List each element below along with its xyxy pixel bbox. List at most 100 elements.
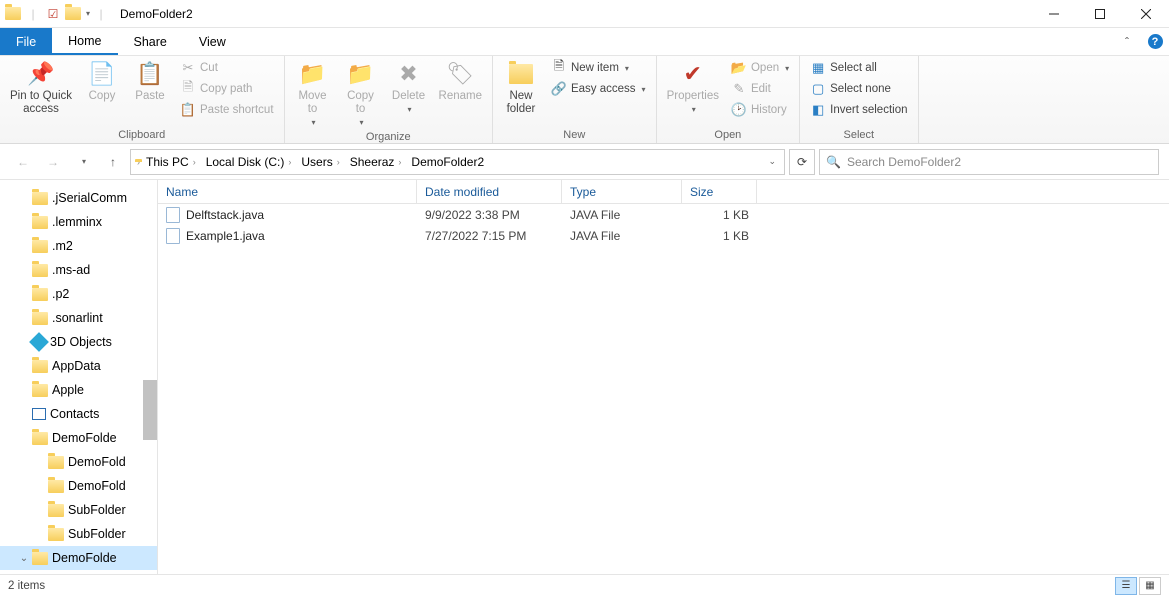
breadcrumb-item[interactable]: Local Disk (C:)› xyxy=(202,155,296,169)
address-bar[interactable]: › This PC› Local Disk (C:)› Users› Sheer… xyxy=(130,149,785,175)
tree-item[interactable]: SubFolder xyxy=(0,498,157,522)
refresh-button[interactable]: ⟳ xyxy=(789,149,815,175)
breadcrumb-item[interactable]: Users› xyxy=(297,155,343,169)
up-button[interactable]: ↑ xyxy=(100,149,126,175)
chevron-down-icon: ▾ xyxy=(625,64,629,73)
folder-icon xyxy=(48,528,64,541)
tree-item[interactable]: AppData xyxy=(0,354,157,378)
cut-icon: ✂ xyxy=(180,60,196,76)
chevron-down-icon[interactable]: ⌄ xyxy=(18,553,30,564)
cell-type: JAVA File xyxy=(562,208,682,222)
address-dropdown[interactable]: ⌄ xyxy=(764,156,780,167)
tab-view[interactable]: View xyxy=(183,28,242,55)
breadcrumb-item[interactable]: Sheeraz› xyxy=(346,155,406,169)
easy-access-button[interactable]: 🔗Easy access▾ xyxy=(547,79,650,99)
ribbon-group-organize: 📁Move to▾ 📁Copy to▾ ✖Delete▾ 🏷Rename Org… xyxy=(285,56,493,143)
tab-share[interactable]: Share xyxy=(118,28,183,55)
navigation-tree[interactable]: .jSerialComm .lemminx .m2.ms-ad.p2.sonarli… xyxy=(0,180,158,574)
breadcrumb-item[interactable]: DemoFolder2 xyxy=(407,155,488,169)
forward-button[interactable]: → xyxy=(40,149,66,175)
cut-button[interactable]: ✂Cut xyxy=(176,58,278,78)
chevron-right-icon: › xyxy=(337,157,340,167)
pin-to-quick-access-button[interactable]: 📌 Pin to Quick access xyxy=(6,58,76,118)
invert-selection-button[interactable]: ◧Invert selection xyxy=(806,100,911,120)
help-button[interactable]: ? xyxy=(1141,28,1169,55)
view-mode-buttons: ☰ ▦ xyxy=(1115,577,1161,595)
column-type[interactable]: Type xyxy=(562,180,682,203)
chevron-down-icon: ▾ xyxy=(312,118,316,127)
tree-item[interactable]: .ms-ad xyxy=(0,258,157,282)
maximize-button[interactable] xyxy=(1077,0,1123,28)
column-name[interactable]: Name xyxy=(158,180,417,203)
paste-button[interactable]: 📋 Paste xyxy=(128,58,172,105)
tree-item[interactable]: 3D Objects xyxy=(0,330,157,354)
tree-item[interactable]: SubFolder xyxy=(0,522,157,546)
properties-button[interactable]: ✔Properties▾ xyxy=(663,58,723,116)
file-icon xyxy=(166,207,180,223)
tree-item-label: DemoFold xyxy=(68,479,126,493)
tab-home[interactable]: Home xyxy=(52,28,117,55)
file-row[interactable]: Delftstack.java9/9/2022 3:38 PMJAVA File… xyxy=(158,204,1169,225)
search-input[interactable] xyxy=(847,155,1152,169)
tree-item[interactable]: DemoFold xyxy=(0,474,157,498)
column-size[interactable]: Size xyxy=(682,180,757,203)
copy-button[interactable]: 📄 Copy xyxy=(80,58,124,105)
tree-item-label: Contacts xyxy=(50,407,99,421)
paste-shortcut-button[interactable]: 📋Paste shortcut xyxy=(176,100,278,120)
tree-item[interactable]: .jSerialComm xyxy=(0,186,157,210)
collapse-ribbon-button[interactable]: ˆ xyxy=(1113,28,1141,55)
edit-button[interactable]: ✎Edit xyxy=(727,79,793,99)
list-header: Name Date modified Type Size xyxy=(158,180,1169,204)
tree-item[interactable]: .lemminx xyxy=(0,210,157,234)
history-button[interactable]: 🕑History xyxy=(727,100,793,120)
close-button[interactable] xyxy=(1123,0,1169,28)
address-row: ← → ▾ ↑ › This PC› Local Disk (C:)› User… xyxy=(0,144,1169,180)
select-all-button[interactable]: ▦Select all xyxy=(806,58,911,78)
minimize-button[interactable] xyxy=(1031,0,1077,28)
cell-size: 1 KB xyxy=(682,208,757,222)
select-none-button[interactable]: ▢Select none xyxy=(806,79,911,99)
tab-file[interactable]: File xyxy=(0,28,52,55)
open-button[interactable]: 📂Open▾ xyxy=(727,58,793,78)
tree-item[interactable]: Apple xyxy=(0,378,157,402)
folder-icon xyxy=(48,480,64,493)
tree-item[interactable]: .sonarlint xyxy=(0,306,157,330)
copy-to-button[interactable]: 📁Copy to▾ xyxy=(339,58,383,129)
rename-icon: 🏷 xyxy=(446,60,474,88)
search-box[interactable]: 🔍 xyxy=(819,149,1159,175)
new-item-button[interactable]: 🗎New item▾ xyxy=(547,58,650,78)
new-folder-button[interactable]: New folder xyxy=(499,58,543,118)
tree-item[interactable]: .p2 xyxy=(0,282,157,306)
3d-objects-icon xyxy=(29,332,49,352)
qat-properties-icon[interactable]: ☑ xyxy=(44,5,62,23)
cell-size: 1 KB xyxy=(682,229,757,243)
ribbon: 📌 Pin to Quick access 📄 Copy 📋 Paste ✂Cu… xyxy=(0,56,1169,144)
scrollbar-thumb[interactable] xyxy=(143,380,157,440)
folder-icon xyxy=(32,216,48,229)
breadcrumb-item[interactable]: This PC› xyxy=(142,155,200,169)
details-view-button[interactable]: ☰ xyxy=(1115,577,1137,595)
tree-item[interactable]: .m2 xyxy=(0,234,157,258)
tree-item[interactable]: DemoFold xyxy=(0,450,157,474)
qat-dropdown-icon[interactable]: ▾ xyxy=(86,9,90,18)
folder-icon xyxy=(32,240,48,253)
copy-path-button[interactable]: 🗎Copy path xyxy=(176,79,278,99)
chevron-right-icon: › xyxy=(288,157,291,167)
copy-icon: 📄 xyxy=(88,60,116,88)
invert-selection-icon: ◧ xyxy=(810,102,826,118)
delete-button[interactable]: ✖Delete▾ xyxy=(387,58,431,116)
tree-item[interactable]: DemoFolde xyxy=(0,426,157,450)
column-date[interactable]: Date modified xyxy=(417,180,562,203)
tree-item-label: .lemminx xyxy=(52,215,102,229)
thumbnails-view-button[interactable]: ▦ xyxy=(1139,577,1161,595)
back-button[interactable]: ← xyxy=(10,149,36,175)
qat-folder-icon[interactable] xyxy=(64,5,82,23)
recent-locations-button[interactable]: ▾ xyxy=(70,149,96,175)
file-row[interactable]: Example1.java7/27/2022 7:15 PMJAVA File1… xyxy=(158,225,1169,246)
tree-item[interactable]: Contacts xyxy=(0,402,157,426)
chevron-right-icon: › xyxy=(193,157,196,167)
move-to-button[interactable]: 📁Move to▾ xyxy=(291,58,335,129)
list-rows[interactable]: Delftstack.java9/9/2022 3:38 PMJAVA File… xyxy=(158,204,1169,574)
rename-button[interactable]: 🏷Rename xyxy=(435,58,486,105)
tree-item[interactable]: ⌄DemoFolde xyxy=(0,546,157,570)
